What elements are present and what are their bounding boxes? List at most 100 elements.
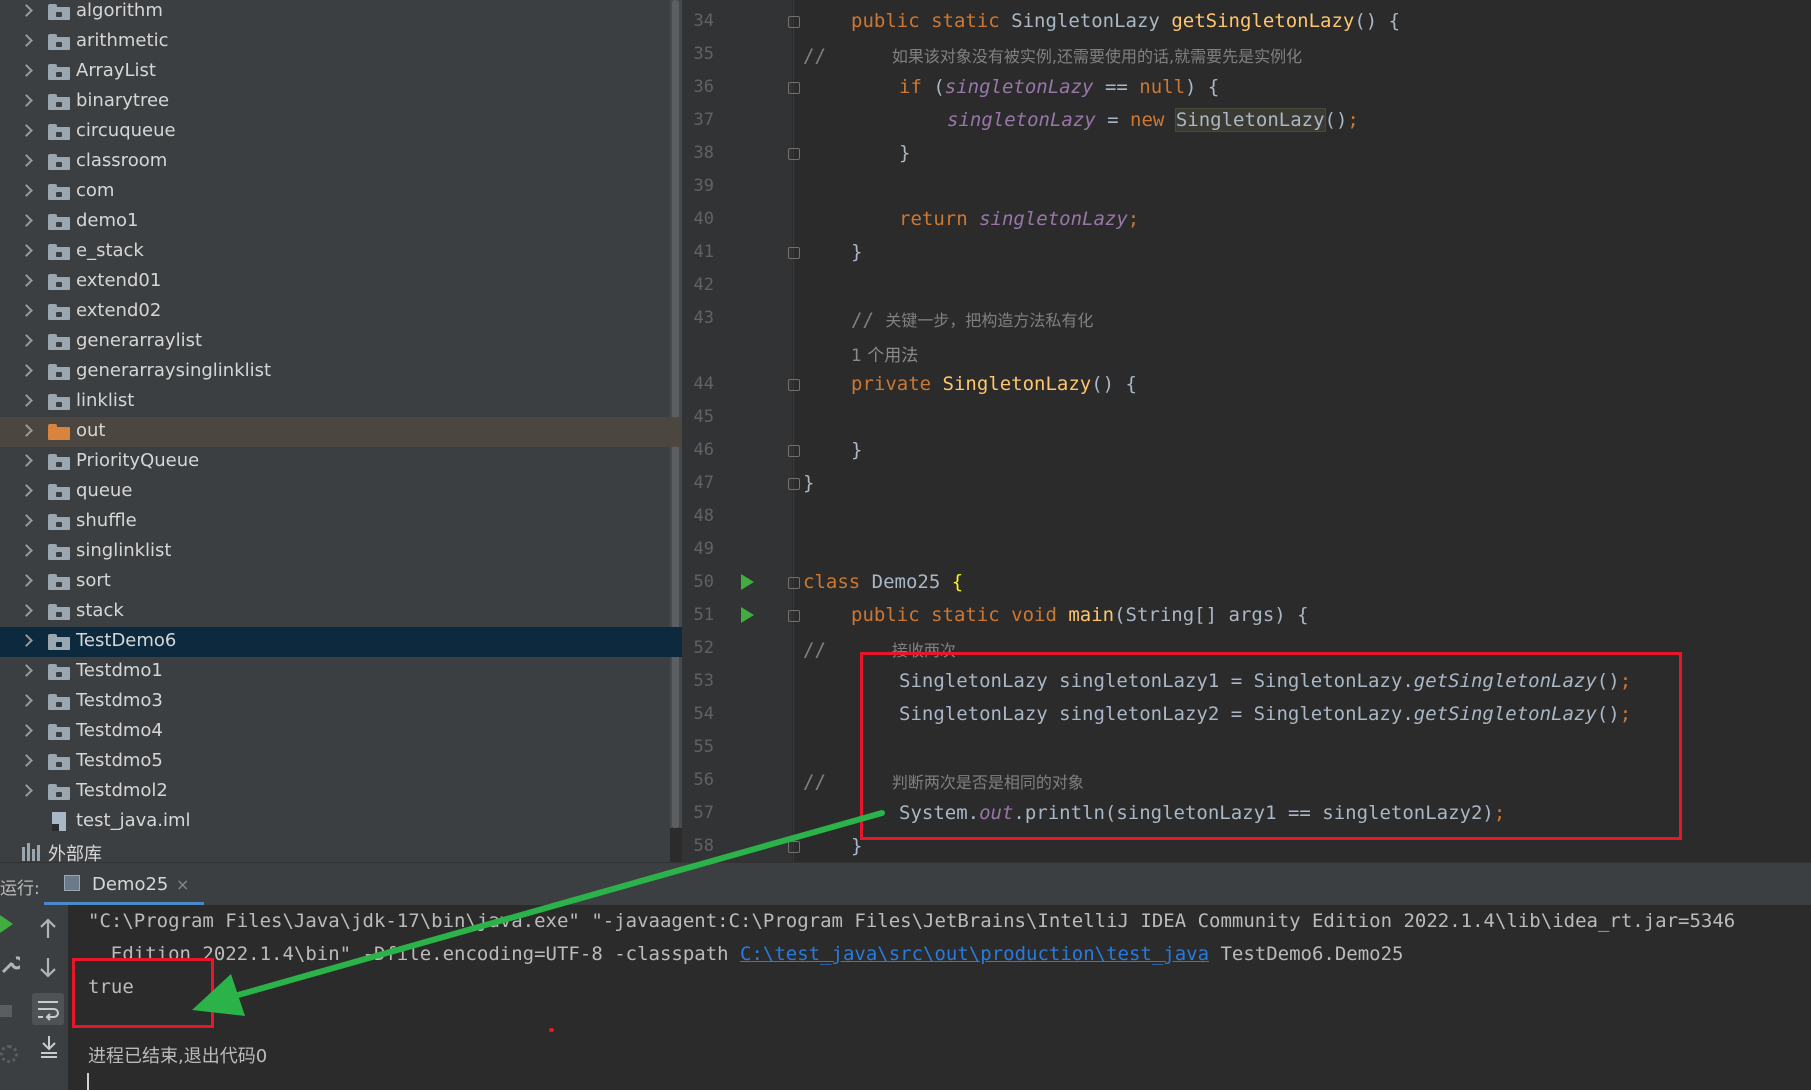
tree-item[interactable]: Testdmo4 [0, 717, 682, 747]
chevron-right-icon[interactable] [20, 64, 33, 77]
chevron-right-icon[interactable] [20, 514, 33, 527]
tree-item-selected[interactable]: TestDemo6 [0, 627, 682, 657]
fold-icon[interactable] [788, 841, 800, 853]
chevron-right-icon[interactable] [20, 724, 33, 737]
code-line-50[interactable]: class Demo25 { [803, 571, 963, 593]
code-line-47[interactable]: } [803, 472, 814, 494]
tree-item-label: e_stack [76, 240, 144, 261]
tree-item-label: stack [76, 600, 124, 621]
run-tab-demo25[interactable]: Demo25 × [44, 863, 204, 906]
chevron-right-icon[interactable] [20, 364, 33, 377]
tree-item[interactable]: Testdmo3 [0, 687, 682, 717]
chevron-right-icon[interactable] [20, 184, 33, 197]
chevron-right-icon[interactable] [20, 604, 33, 617]
tree-item[interactable]: ArrayList [0, 57, 682, 87]
chevron-right-icon[interactable] [20, 4, 33, 17]
chevron-right-icon[interactable] [20, 634, 33, 647]
tree-item[interactable]: queue [0, 477, 682, 507]
fold-icon[interactable] [788, 478, 800, 490]
console-output[interactable] [0, 905, 1811, 1090]
code-token: () { [1354, 10, 1401, 32]
scroll-to-end-icon[interactable] [36, 1033, 62, 1059]
fold-icon[interactable] [788, 148, 800, 160]
chevron-right-icon[interactable] [20, 214, 33, 227]
tree-item[interactable]: e_stack [0, 237, 682, 267]
tree-item[interactable]: sort [0, 567, 682, 597]
code-token: return [899, 208, 980, 230]
arrow-up-icon[interactable] [38, 917, 58, 939]
run-gutter-icon[interactable] [741, 574, 754, 590]
code-line-44[interactable]: private SingletonLazy() { [851, 373, 1137, 395]
chevron-right-icon[interactable] [20, 154, 33, 167]
folder-icon [48, 514, 70, 530]
chevron-right-icon[interactable] [20, 424, 33, 437]
tree-item[interactable]: extend01 [0, 267, 682, 297]
fold-icon[interactable] [788, 82, 800, 94]
run-gutter-icon[interactable] [741, 607, 754, 623]
tree-item[interactable]: stack [0, 597, 682, 627]
chevron-right-icon[interactable] [20, 754, 33, 767]
chevron-right-icon[interactable] [20, 694, 33, 707]
chevron-right-icon[interactable] [20, 484, 33, 497]
tree-item[interactable]: PriorityQueue [0, 447, 682, 477]
tree-item[interactable]: test_java.iml [0, 807, 682, 837]
chevron-right-icon[interactable] [20, 304, 33, 317]
chevron-right-icon[interactable] [20, 574, 33, 587]
code-line-34[interactable]: public static SingletonLazy getSingleton… [851, 10, 1400, 32]
code-line-51[interactable]: public static void main(String[] args) { [851, 604, 1309, 626]
chevron-right-icon[interactable] [20, 244, 33, 257]
code-line-40[interactable]: return singletonLazy; [899, 208, 1139, 230]
chevron-right-icon[interactable] [20, 124, 33, 137]
tree-item[interactable]: shuffle [0, 507, 682, 537]
rerun-icon[interactable] [0, 915, 13, 933]
tree-item[interactable]: circuqueue [0, 117, 682, 147]
chevron-right-icon[interactable] [20, 334, 33, 347]
chevron-right-icon[interactable] [20, 274, 33, 287]
classpath-link[interactable]: C:\test_java\src\out\production\test_jav… [740, 943, 1209, 965]
code-line-43[interactable]: // 关键一步，把构造方法私有化 [851, 307, 1093, 331]
code-line-46[interactable]: } [851, 439, 862, 461]
code-line-41[interactable]: } [851, 241, 862, 263]
fold-icon[interactable] [788, 577, 800, 589]
fold-icon[interactable] [788, 610, 800, 622]
tree-item[interactable]: singlinklist [0, 537, 682, 567]
code-line-37[interactable]: singletonLazy = new SingletonLazy(); [947, 108, 1359, 132]
stop-icon[interactable] [0, 1005, 12, 1017]
fold-icon[interactable] [788, 16, 800, 28]
tree-item[interactable]: classroom [0, 147, 682, 177]
soft-wrap-toggle[interactable] [32, 993, 64, 1025]
tree-item-out[interactable]: out [0, 417, 682, 447]
tree-item[interactable]: generarraysinglinklist [0, 357, 682, 387]
tree-item[interactable]: arithmetic [0, 27, 682, 57]
usage-hint[interactable]: 1 个用法 [851, 341, 918, 366]
code-line-38[interactable]: } [899, 142, 910, 164]
settings-icon[interactable] [0, 1045, 18, 1063]
chevron-right-icon[interactable] [20, 94, 33, 107]
run-tab-label: Demo25 [92, 874, 169, 895]
code-line-36[interactable]: if (singletonLazy == null) { [899, 76, 1219, 98]
chevron-right-icon[interactable] [20, 394, 33, 407]
tree-item[interactable]: binarytree [0, 87, 682, 117]
fold-icon[interactable] [788, 445, 800, 457]
tree-item[interactable]: com [0, 177, 682, 207]
tree-item[interactable]: demo1 [0, 207, 682, 237]
tree-item[interactable]: Testdmo5 [0, 747, 682, 777]
close-icon[interactable]: × [176, 875, 189, 894]
arrow-down-icon[interactable] [38, 957, 58, 979]
tree-item[interactable]: Testdmol2 [0, 777, 682, 807]
code-line-35[interactable]: // 如果该对象没有被实例,还需要使用的话,就需要先是实例化 [803, 43, 1302, 67]
tree-item[interactable]: algorithm [0, 0, 682, 27]
chevron-right-icon[interactable] [20, 784, 33, 797]
fold-icon[interactable] [788, 379, 800, 391]
chevron-right-icon[interactable] [20, 34, 33, 47]
tree-item[interactable]: Testdmo1 [0, 657, 682, 687]
chevron-right-icon[interactable] [20, 454, 33, 467]
tree-item[interactable]: extend02 [0, 297, 682, 327]
chevron-right-icon[interactable] [20, 664, 33, 677]
tree-item[interactable]: linklist [0, 387, 682, 417]
tree-item[interactable]: generarraylist [0, 327, 682, 357]
fold-icon[interactable] [788, 247, 800, 259]
chevron-right-icon[interactable] [20, 544, 33, 557]
code-token: singletonLazy [947, 109, 1096, 131]
wrench-icon[interactable] [0, 953, 20, 975]
